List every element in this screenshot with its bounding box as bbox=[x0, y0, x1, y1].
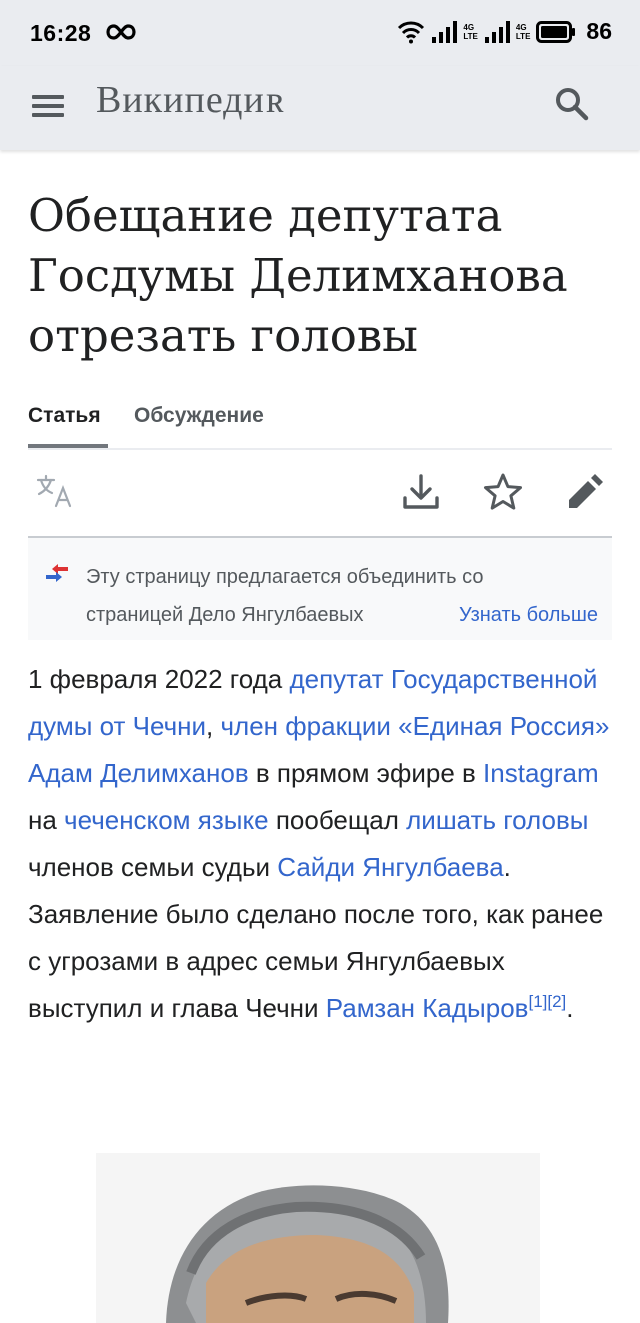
wifi-icon bbox=[398, 21, 425, 43]
link-ramzan-kadyrov[interactable]: Рамзан Кадыров bbox=[326, 993, 529, 1023]
notice-text-line2: страницей Дело Янгулбаевых bbox=[86, 604, 364, 626]
network-type: 4G LTE bbox=[463, 22, 478, 41]
reference-2[interactable]: [2] bbox=[547, 992, 566, 1011]
link-saidi-yangulbaev[interactable]: Сайди Янгулбаева bbox=[277, 852, 503, 882]
search-icon[interactable] bbox=[552, 84, 592, 124]
download-icon[interactable] bbox=[399, 470, 443, 514]
link-decapitation[interactable]: лишать головы bbox=[406, 805, 588, 835]
page-title: Обещание депутата Госдумы Делимханова от… bbox=[28, 189, 568, 362]
merge-arrows-icon bbox=[46, 564, 68, 582]
battery-icon bbox=[536, 20, 576, 43]
star-icon[interactable] bbox=[481, 470, 525, 514]
signal-icon bbox=[432, 20, 458, 43]
merge-notice: Эту страницу предлагается объединить со … bbox=[28, 538, 612, 640]
article-tabs: Статья Обсуждение bbox=[28, 400, 612, 450]
article-image[interactable] bbox=[96, 1153, 540, 1323]
learn-more-link[interactable]: Узнать больше bbox=[459, 596, 598, 634]
infinity-icon bbox=[106, 24, 136, 40]
wikipedia-logo[interactable]: Википедия bbox=[96, 78, 283, 122]
network-type-2: 4G LTE bbox=[515, 22, 531, 41]
status-icons: 4G LTE 4G LTE 86 bbox=[397, 18, 612, 45]
active-tab-indicator bbox=[28, 444, 108, 448]
page-actions-toolbar bbox=[28, 456, 612, 538]
link-chechen-language[interactable]: чеченском языке bbox=[64, 805, 269, 835]
logo-main: Википеди bbox=[96, 79, 265, 121]
status-bar: 16:28 4G LTE 4G LTE 86 bbox=[0, 0, 640, 66]
link-instagram[interactable]: Instagram bbox=[483, 758, 599, 788]
battery-level: 86 bbox=[586, 18, 612, 44]
translate-icon[interactable] bbox=[34, 470, 78, 514]
status-time: 16:28 bbox=[30, 20, 92, 46]
signal-icon-2 bbox=[484, 20, 510, 43]
edit-pencil-icon[interactable] bbox=[563, 470, 607, 514]
article-paragraph: 1 февраля 2022 года депутат Государствен… bbox=[28, 664, 610, 1023]
tab-article[interactable]: Статья bbox=[28, 404, 101, 428]
notice-text: Эту страницу предлагается объединить со bbox=[86, 566, 484, 588]
hamburger-menu-icon[interactable] bbox=[30, 88, 66, 124]
portrait-photo bbox=[96, 1153, 540, 1323]
reference-1[interactable]: [1] bbox=[528, 992, 547, 1011]
app-header: Википедия bbox=[0, 66, 640, 150]
logo-end: я bbox=[264, 79, 284, 121]
tab-discussion[interactable]: Обсуждение bbox=[134, 404, 264, 428]
